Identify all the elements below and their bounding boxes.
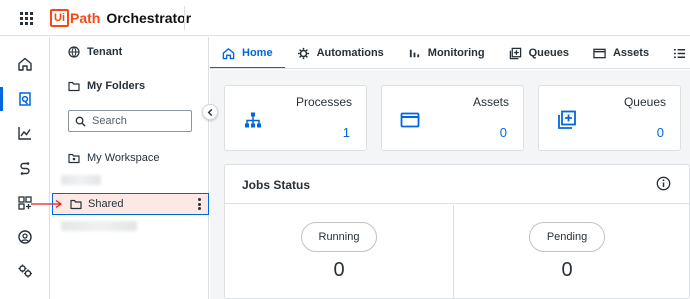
orchestrator-icon xyxy=(19,92,31,106)
running-jobs-pill[interactable]: Running xyxy=(301,222,377,252)
home-icon xyxy=(222,47,235,60)
search-icon xyxy=(75,116,86,127)
my-folders-item[interactable]: My Folders xyxy=(68,80,145,92)
running-label: Running xyxy=(318,231,360,243)
chart-icon xyxy=(18,127,31,140)
shared-folder-item[interactable]: Shared xyxy=(52,193,209,215)
home-icon xyxy=(18,57,32,71)
left-nav-rail xyxy=(0,37,50,299)
redacted-folder xyxy=(61,175,101,185)
workspace-folder-icon xyxy=(68,152,80,164)
window-icon xyxy=(400,112,420,128)
gear-cluster-icon xyxy=(18,264,32,278)
tab-home-label: Home xyxy=(242,47,273,59)
bars-icon xyxy=(408,47,421,60)
apps-grid-icon[interactable] xyxy=(20,12,33,25)
annotation-arrow-icon xyxy=(31,200,63,208)
tab-automations[interactable]: Automations xyxy=(285,37,396,68)
search-placeholder: Search xyxy=(92,115,127,127)
my-folders-label: My Folders xyxy=(87,80,146,92)
shared-label: Shared xyxy=(88,198,124,210)
product-name: Orchestrator xyxy=(106,10,192,26)
folder-panel: Tenant My Folders Search My Workspace Sh… xyxy=(51,37,209,299)
jobs-status-title: Jobs Status xyxy=(242,178,311,192)
my-workspace-label: My Workspace xyxy=(87,152,160,164)
assets-count[interactable]: 0 xyxy=(500,125,507,140)
processes-title: Processes xyxy=(295,95,352,109)
tab-automations-label: Automations xyxy=(316,47,384,59)
tab-home[interactable]: Home xyxy=(210,37,285,68)
assets-title: Assets xyxy=(472,95,509,109)
gear-icon xyxy=(297,47,310,60)
queues-card[interactable]: Queues 0 xyxy=(538,85,681,151)
processes-card[interactable]: Processes 1 xyxy=(224,85,367,151)
globe-icon xyxy=(68,46,80,58)
hierarchy-icon xyxy=(245,112,261,128)
tenant-item[interactable]: Tenant xyxy=(68,46,122,58)
jobs-status-panel: Jobs Status Running 0 Pending 0 xyxy=(224,164,690,299)
uipath-logo[interactable]: Ui Path Orchestrator xyxy=(50,9,191,27)
folder-search-input[interactable]: Search xyxy=(68,110,192,132)
pending-jobs-count: 0 xyxy=(561,259,573,281)
tab-queues-label: Queues xyxy=(528,47,569,59)
rail-insights[interactable] xyxy=(0,118,50,148)
main-tabs: Home Automations Monitoring Queues Asset… xyxy=(210,37,690,69)
logo-ui: Ui xyxy=(50,9,69,27)
connector-icon xyxy=(20,162,30,175)
tab-st[interactable]: St xyxy=(661,37,690,68)
queues-title: Queues xyxy=(623,95,666,109)
jobs-status-header: Jobs Status xyxy=(225,165,689,204)
tab-monitoring-label: Monitoring xyxy=(427,47,485,59)
tab-monitoring[interactable]: Monitoring xyxy=(396,37,497,68)
logo-path: Path xyxy=(70,10,101,26)
user-circle-icon xyxy=(18,230,32,244)
rail-integrations[interactable] xyxy=(0,153,50,183)
running-jobs-count: 0 xyxy=(333,259,345,281)
folder-icon xyxy=(68,80,80,92)
more-options-icon[interactable] xyxy=(198,198,201,210)
assets-card[interactable]: Assets 0 xyxy=(381,85,524,151)
pending-jobs-pill[interactable]: Pending xyxy=(529,222,605,252)
jobs-divider xyxy=(453,205,454,299)
tab-assets-label: Assets xyxy=(612,47,650,59)
collapse-panel-button[interactable] xyxy=(202,104,218,120)
chevron-left-icon xyxy=(207,108,212,116)
my-workspace-item[interactable]: My Workspace xyxy=(68,152,160,164)
tab-queues[interactable]: Queues xyxy=(497,37,581,68)
top-bar: Ui Path Orchestrator xyxy=(0,0,690,36)
rail-settings[interactable] xyxy=(0,256,50,286)
info-icon[interactable] xyxy=(656,176,671,191)
queue-add-icon xyxy=(558,110,576,129)
processes-count[interactable]: 1 xyxy=(343,125,350,140)
rail-home[interactable] xyxy=(0,49,50,79)
tenant-label: Tenant xyxy=(87,46,123,58)
rail-admin[interactable] xyxy=(0,222,50,252)
tab-assets[interactable]: Assets xyxy=(581,37,661,68)
rail-orchestrator[interactable] xyxy=(0,84,50,114)
folder-icon xyxy=(70,198,82,210)
pending-label: Pending xyxy=(546,231,588,243)
queues-count[interactable]: 0 xyxy=(657,125,664,140)
queue-icon xyxy=(509,47,522,60)
list-icon xyxy=(673,47,686,60)
redacted-folder xyxy=(61,221,137,231)
asset-icon xyxy=(593,47,606,60)
topbar-divider xyxy=(184,6,185,30)
home-dashboard: Processes 1 Assets 0 Queues 0 Jobs Statu… xyxy=(210,70,690,299)
